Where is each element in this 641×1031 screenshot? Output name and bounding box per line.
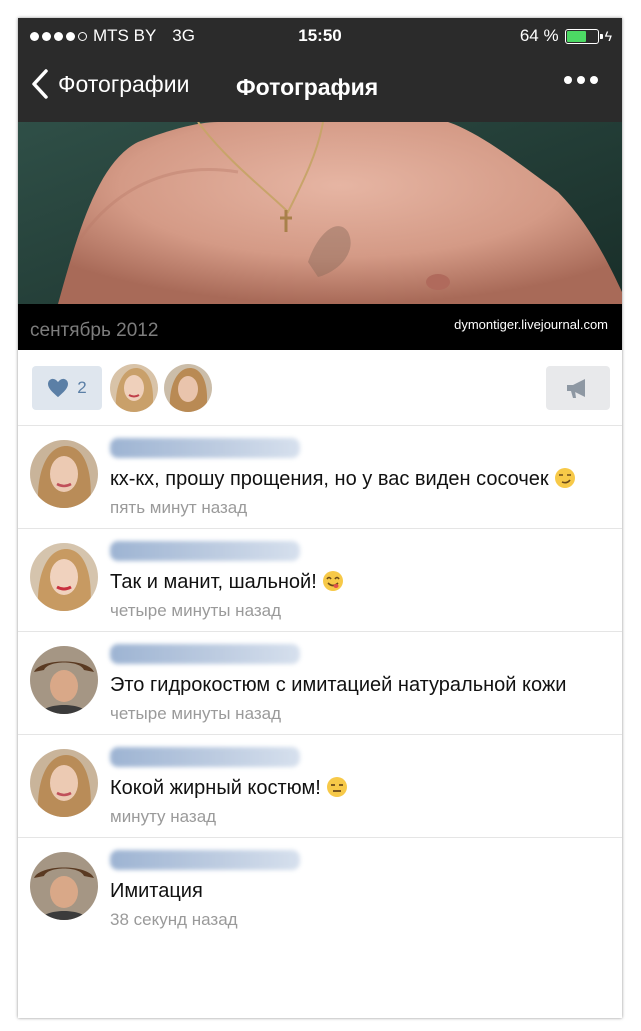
comment-item: кх-кх, прошу прощения, но у вас виден со… xyxy=(18,426,622,529)
comment-text: Так и манит, шальной! xyxy=(110,567,622,597)
author-name-blurred[interactable] xyxy=(110,644,300,664)
photo[interactable]: сентябрь 2012 dymontiger.livejournal.com xyxy=(18,122,622,350)
avatar-image xyxy=(30,749,98,817)
expressionless-emoji-icon xyxy=(327,777,348,797)
liker-avatar[interactable] xyxy=(110,364,158,412)
liker-avatar[interactable] xyxy=(164,364,212,412)
megaphone-icon xyxy=(567,379,585,398)
avatar[interactable] xyxy=(30,646,98,714)
avatar-image xyxy=(30,543,98,611)
avatar-image xyxy=(30,852,98,920)
author-name-blurred[interactable] xyxy=(110,541,300,561)
avatar-image xyxy=(110,364,158,412)
avatar-image xyxy=(30,646,98,714)
comment-time: четыре минуты назад xyxy=(110,601,282,620)
nav-bar: Фотографии Фотография xyxy=(18,54,622,122)
comment-time: четыре минуты назад xyxy=(110,704,282,723)
comment-text: Имитация xyxy=(110,880,203,902)
comment-time: минуту назад xyxy=(110,807,217,826)
avatar-image xyxy=(30,440,98,508)
comment-text: Кокой жирный костюм! xyxy=(110,773,622,803)
share-button[interactable] xyxy=(546,366,610,410)
comment-item: Имитация 38 секунд назад xyxy=(18,838,622,940)
comments-list: кх-кх, прошу прощения, но у вас виден со… xyxy=(18,426,622,940)
charging-icon: ϟ xyxy=(604,28,612,44)
chevron-left-icon xyxy=(32,69,48,99)
comment-text: кх-кх, прошу прощения, но у вас виден со… xyxy=(110,464,622,494)
author-name-blurred[interactable] xyxy=(110,747,300,767)
comment-item: Так и манит, шальной! четыре минуты наза… xyxy=(18,529,622,632)
page-title: Фотография xyxy=(236,74,379,100)
comment-time: 38 секунд назад xyxy=(110,910,238,929)
comment-item: Это гидрокостюм с имитацией натуральной … xyxy=(18,632,622,735)
status-bar: MTS BY 3G 15:50 64 % ϟ xyxy=(18,18,622,54)
avatar[interactable] xyxy=(30,852,98,920)
author-name-blurred[interactable] xyxy=(110,850,300,870)
back-button[interactable]: Фотографии xyxy=(30,68,189,100)
battery-icon xyxy=(564,28,603,44)
more-options-icon[interactable] xyxy=(564,76,598,84)
back-label: Фотографии xyxy=(58,70,190,97)
photo-date: сентябрь 2012 xyxy=(30,320,159,341)
photo-watermark: dymontiger.livejournal.com xyxy=(454,317,608,332)
action-row: 2 xyxy=(18,350,622,426)
comment-item: Кокой жирный костюм! минуту назад xyxy=(18,735,622,838)
like-count: 2 xyxy=(77,378,87,397)
like-button[interactable]: 2 xyxy=(32,366,102,410)
heart-icon xyxy=(48,378,69,398)
author-name-blurred[interactable] xyxy=(110,438,300,458)
phone-screen: MTS BY 3G 15:50 64 % ϟ Фотографии Фотогр… xyxy=(18,18,622,1018)
avatar[interactable] xyxy=(30,440,98,508)
avatar[interactable] xyxy=(30,543,98,611)
smirk-emoji-icon xyxy=(555,468,576,488)
avatar-image xyxy=(164,364,212,412)
yum-emoji-icon xyxy=(323,571,344,591)
comment-text: Это гидрокостюм с имитацией натуральной … xyxy=(110,674,567,696)
battery-percent: 64 % xyxy=(519,26,559,45)
status-right: 64 % ϟ xyxy=(520,26,612,46)
top-bar: MTS BY 3G 15:50 64 % ϟ Фотографии Фотогр… xyxy=(18,18,622,122)
avatar[interactable] xyxy=(30,749,98,817)
comment-time: пять минут назад xyxy=(110,498,248,517)
